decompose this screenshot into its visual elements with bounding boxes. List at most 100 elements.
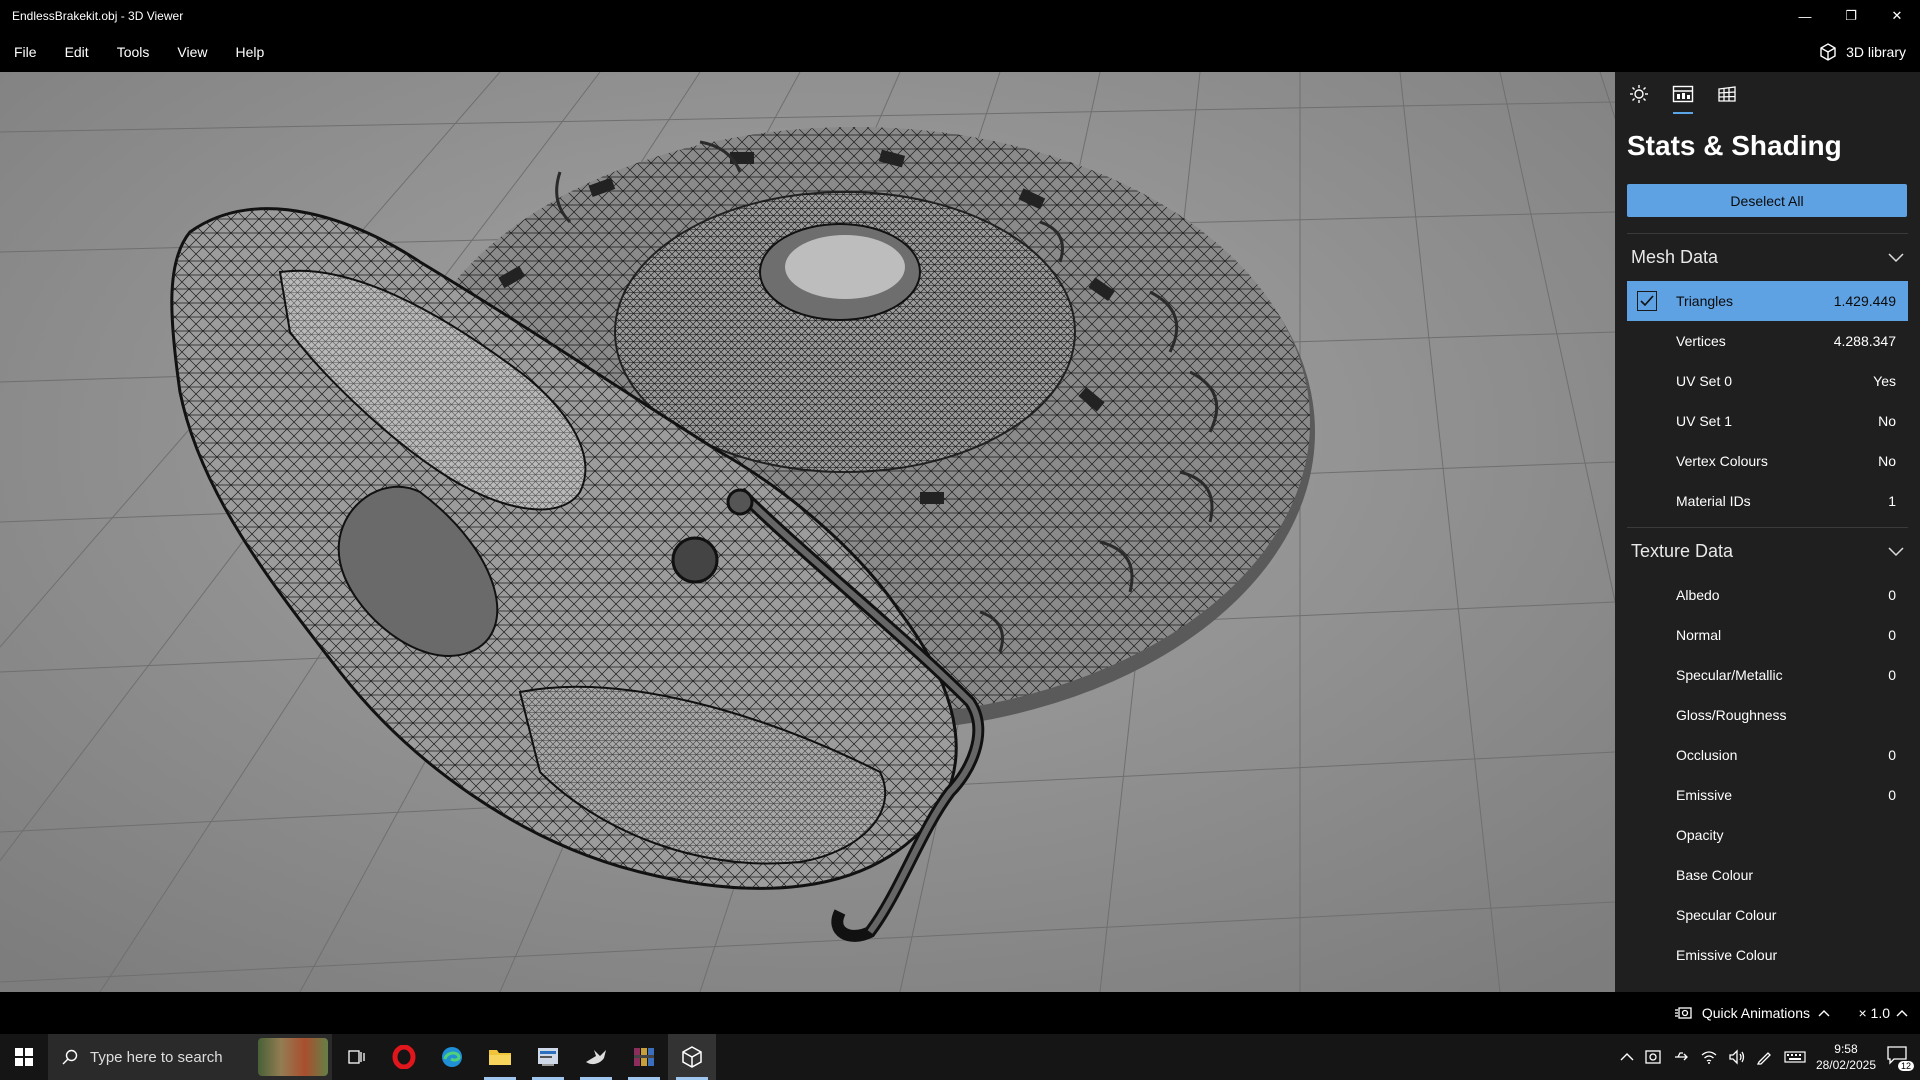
- taskbar-app-3[interactable]: [620, 1034, 668, 1080]
- taskbar-search[interactable]: Type here to search: [48, 1034, 332, 1080]
- row-value: 0: [1888, 667, 1896, 683]
- mesh-row-vertex-colours[interactable]: Vertex Colours No: [1627, 441, 1908, 481]
- quick-animations-button[interactable]: Quick Animations: [1674, 992, 1830, 1034]
- taskbar-app-1[interactable]: [524, 1034, 572, 1080]
- taskbar-3d-viewer[interactable]: [668, 1034, 716, 1080]
- texture-row-occlusion[interactable]: Occlusion 0: [1627, 735, 1908, 775]
- texture-data-section: Texture Data Albedo 0 Normal 0 Specular/…: [1615, 527, 1920, 975]
- row-label: Specular Colour: [1676, 907, 1777, 923]
- usb-icon[interactable]: [1672, 1049, 1690, 1065]
- chevron-down-icon: [1888, 546, 1904, 556]
- speed-selector[interactable]: × 1.0: [1858, 992, 1908, 1034]
- row-label: Opacity: [1676, 827, 1724, 843]
- row-label: Vertex Colours: [1676, 453, 1768, 469]
- mesh-data-header[interactable]: Mesh Data: [1627, 233, 1908, 281]
- mesh-data-section: Mesh Data Triangles 1.429.449 Vertices 4…: [1615, 233, 1920, 521]
- panel-title: Stats & Shading: [1627, 130, 1842, 161]
- start-button[interactable]: [0, 1034, 48, 1080]
- window-controls: — ❐ ✕: [1782, 0, 1920, 32]
- taskbar-clock[interactable]: 9:58 28/02/2025: [1816, 1041, 1876, 1073]
- texture-row-normal[interactable]: Normal 0: [1627, 615, 1908, 655]
- restore-button[interactable]: ❐: [1828, 0, 1874, 32]
- row-label: Base Colour: [1676, 867, 1754, 883]
- stats-icon: [1672, 85, 1694, 103]
- notification-center-button[interactable]: 12: [1886, 1045, 1914, 1071]
- swift-app-icon: [586, 1050, 606, 1065]
- search-icon: [62, 1049, 78, 1065]
- row-label: Normal: [1676, 627, 1722, 643]
- row-label: Specular/Metallic: [1676, 667, 1783, 683]
- security-icon[interactable]: [1644, 1049, 1662, 1065]
- system-tray: 9:58 28/02/2025 12: [1620, 1034, 1920, 1080]
- 3d-library-button[interactable]: 3D library: [1818, 32, 1906, 72]
- cube-icon: [1820, 43, 1836, 61]
- row-label: Occlusion: [1676, 747, 1738, 763]
- texture-row-emissive[interactable]: Emissive 0: [1627, 775, 1908, 815]
- chevron-up-icon: [1896, 1010, 1908, 1017]
- menu-help[interactable]: Help: [221, 32, 278, 72]
- mesh-row-uv-set-0[interactable]: UV Set 0 Yes: [1627, 361, 1908, 401]
- taskbar-opera[interactable]: [380, 1034, 428, 1080]
- mesh-row-material-ids[interactable]: Material IDs 1: [1627, 481, 1908, 521]
- row-label: Albedo: [1676, 587, 1720, 603]
- panel-tab-bar: [1615, 72, 1920, 120]
- notification-count-badge: 12: [1897, 1061, 1914, 1071]
- volume-icon[interactable]: [1728, 1049, 1746, 1065]
- texture-row-albedo[interactable]: Albedo 0: [1627, 575, 1908, 615]
- texture-data-header[interactable]: Texture Data: [1627, 527, 1908, 575]
- quick-animations-label: Quick Animations: [1701, 1005, 1810, 1021]
- row-value: 0: [1888, 627, 1896, 643]
- clock-time: 9:58: [1834, 1042, 1858, 1056]
- mesh-row-triangles[interactable]: Triangles 1.429.449: [1627, 281, 1908, 321]
- texture-row-gloss-roughness[interactable]: Gloss/Roughness: [1627, 695, 1908, 735]
- taskbar-edge[interactable]: [428, 1034, 476, 1080]
- search-placeholder: Type here to search: [90, 1048, 223, 1066]
- pen-icon[interactable]: [1756, 1049, 1774, 1065]
- row-value: 0: [1888, 587, 1896, 603]
- wifi-icon[interactable]: [1700, 1049, 1718, 1065]
- menu-file[interactable]: File: [0, 32, 51, 72]
- animation-icon: [1674, 1007, 1692, 1019]
- chevron-up-icon: [1818, 1010, 1830, 1017]
- texture-row-base-colour[interactable]: Base Colour: [1627, 855, 1908, 895]
- tab-stats[interactable]: [1671, 84, 1695, 114]
- 3d-library-label: 3D library: [1846, 44, 1906, 60]
- row-label: UV Set 1: [1676, 413, 1733, 429]
- 3d-viewport[interactable]: [0, 72, 1615, 992]
- mesh-row-uv-set-1[interactable]: UV Set 1 No: [1627, 401, 1908, 441]
- archive-app-icon: [634, 1048, 654, 1066]
- windows-logo-icon: [15, 1048, 33, 1066]
- bottom-bar: Quick Animations × 1.0: [0, 992, 1920, 1034]
- row-label: Emissive Colour: [1676, 947, 1778, 963]
- chevron-down-icon: [1888, 252, 1904, 262]
- checkbox-checked-icon[interactable]: [1637, 291, 1657, 311]
- menu-edit[interactable]: Edit: [51, 32, 103, 72]
- sun-icon: [1630, 85, 1648, 103]
- menu-view[interactable]: View: [163, 32, 221, 72]
- task-view-icon: [348, 1050, 365, 1064]
- chevron-up-icon[interactable]: [1620, 1052, 1634, 1062]
- minimize-button[interactable]: —: [1782, 0, 1828, 32]
- search-highlight-image: [258, 1038, 328, 1076]
- menu-tools[interactable]: Tools: [103, 32, 164, 72]
- speed-label: × 1.0: [1858, 1005, 1890, 1021]
- row-value: No: [1878, 413, 1896, 429]
- row-value: 4.288.347: [1833, 333, 1896, 349]
- mesh-row-vertices[interactable]: Vertices 4.288.347: [1627, 321, 1908, 361]
- taskbar-app-2[interactable]: [572, 1034, 620, 1080]
- tab-lighting[interactable]: [1627, 84, 1651, 114]
- close-button[interactable]: ✕: [1874, 0, 1920, 32]
- task-view-button[interactable]: [332, 1034, 380, 1080]
- tab-grid[interactable]: [1715, 84, 1739, 114]
- keyboard-icon[interactable]: [1784, 1050, 1806, 1064]
- texture-row-emissive-colour[interactable]: Emissive Colour: [1627, 935, 1908, 975]
- row-label: Gloss/Roughness: [1676, 707, 1787, 723]
- texture-row-specular-metallic[interactable]: Specular/Metallic 0: [1627, 655, 1908, 695]
- taskbar-file-explorer[interactable]: [476, 1034, 524, 1080]
- texture-row-specular-colour[interactable]: Specular Colour: [1627, 895, 1908, 935]
- row-value: No: [1878, 453, 1896, 469]
- deselect-all-button[interactable]: Deselect All: [1627, 184, 1907, 217]
- texture-data-title: Texture Data: [1631, 541, 1734, 561]
- window-title: EndlessBrakekit.obj - 3D Viewer: [12, 9, 184, 23]
- texture-row-opacity[interactable]: Opacity: [1627, 815, 1908, 855]
